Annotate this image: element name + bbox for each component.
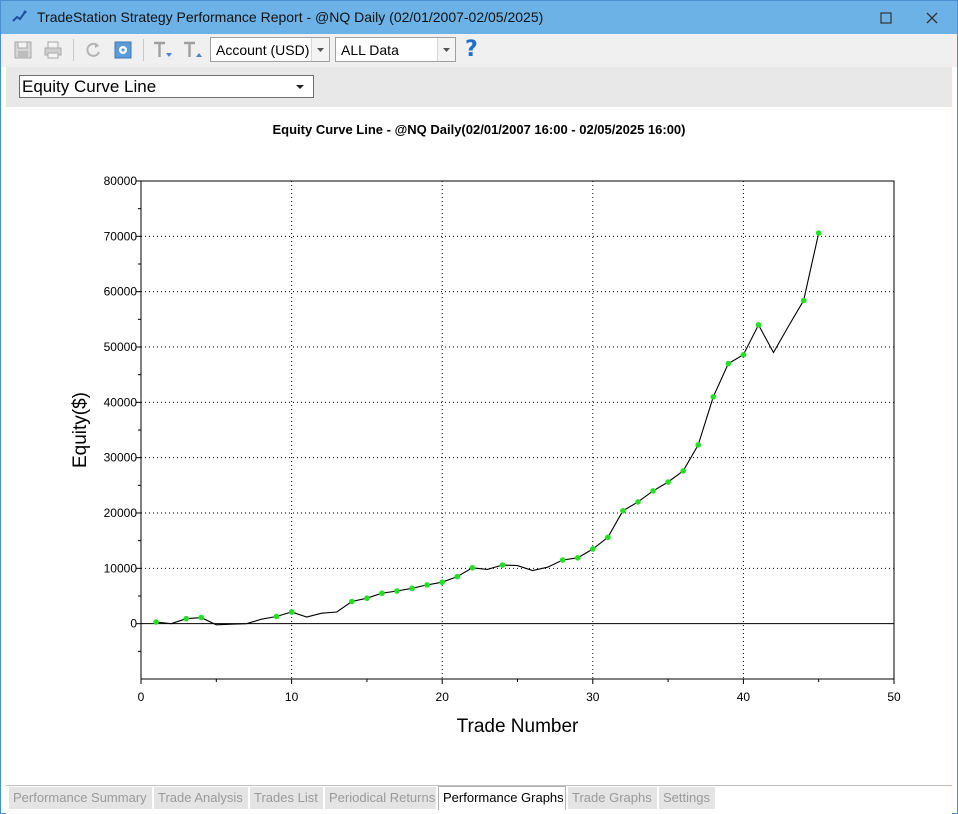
data-point bbox=[725, 360, 732, 367]
data-point bbox=[394, 588, 400, 594]
x-axis-label: Trade Number bbox=[457, 716, 579, 737]
text-increase-icon bbox=[184, 41, 202, 57]
chevron-down-icon bbox=[296, 85, 304, 89]
y-tick-label: 80000 bbox=[104, 174, 138, 188]
maximize-button[interactable] bbox=[863, 1, 909, 34]
text-increase-button[interactable] bbox=[181, 38, 205, 62]
help-icon[interactable]: ? bbox=[465, 37, 478, 62]
tab-periodical-returns[interactable]: Periodical Returns bbox=[325, 787, 436, 809]
data-point bbox=[439, 579, 446, 585]
app-icon bbox=[11, 9, 27, 25]
save-button[interactable] bbox=[11, 38, 35, 62]
tab-performance-summary[interactable]: Performance Summary bbox=[9, 787, 152, 809]
save-icon bbox=[14, 41, 32, 59]
data-point bbox=[469, 564, 476, 571]
data-point bbox=[680, 468, 686, 474]
data-point bbox=[650, 488, 656, 494]
data-point bbox=[740, 351, 747, 358]
graph-type-value: Equity Curve Line bbox=[22, 77, 157, 96]
data-point bbox=[424, 582, 430, 588]
equity-curve-chart: 0 10 20 30 40 50 0 10000 20000 30000 40000 50000 600… bbox=[70, 174, 901, 737]
y-tick-label: 10000 bbox=[104, 561, 138, 575]
toolbar: Account (USD) ALL Data bbox=[1, 34, 957, 67]
settings-icon bbox=[114, 41, 132, 59]
chart-area: Equity Curve Line - @NQ Daily(02/01/2007… bbox=[6, 107, 952, 785]
data-point bbox=[605, 534, 611, 541]
data-point bbox=[379, 590, 385, 597]
tab-trade-graphs[interactable]: Trade Graphs bbox=[568, 787, 657, 809]
tab-trades-list[interactable]: Trades List bbox=[250, 787, 323, 809]
tab-settings[interactable]: Settings bbox=[659, 787, 715, 809]
data-point bbox=[364, 595, 370, 602]
account-combo-value: Account (USD) bbox=[216, 42, 310, 58]
x-tick-label: 10 bbox=[285, 690, 299, 704]
data-point bbox=[349, 598, 355, 605]
y-tick-label: 70000 bbox=[104, 229, 138, 243]
graph-type-select[interactable]: Equity Curve Line bbox=[19, 75, 314, 98]
data-point bbox=[755, 322, 762, 328]
text-decrease-button[interactable] bbox=[151, 38, 175, 62]
report-tabs: Performance Summary Trade Analysis Trades … bbox=[6, 785, 952, 814]
data-range-dropdown-button[interactable] bbox=[437, 38, 455, 61]
report-window: TradeStation Strategy Performance Report… bbox=[0, 0, 958, 814]
data-point bbox=[183, 615, 189, 622]
toolbar-separator bbox=[143, 39, 144, 61]
print-button[interactable] bbox=[41, 38, 65, 62]
refresh-icon bbox=[86, 42, 100, 57]
tab-performance-graphs[interactable]: Performance Graphs bbox=[438, 786, 566, 810]
data-point bbox=[454, 573, 461, 580]
data-range-combo[interactable]: ALL Data bbox=[335, 37, 456, 62]
maximize-icon bbox=[880, 11, 892, 24]
y-tick-label: 50000 bbox=[104, 340, 138, 354]
tab-trade-analysis[interactable]: Trade Analysis bbox=[154, 787, 248, 809]
text-decrease-icon bbox=[154, 41, 172, 57]
account-combo[interactable]: Account (USD) bbox=[210, 37, 330, 62]
data-point bbox=[574, 555, 581, 561]
y-axis-label: Equity($) bbox=[70, 392, 91, 468]
y-tick-label: 60000 bbox=[104, 285, 138, 299]
data-point bbox=[273, 613, 280, 620]
data-point bbox=[499, 562, 506, 568]
window-title: TradeStation Strategy Performance Report… bbox=[37, 9, 544, 25]
y-tick-label: 30000 bbox=[104, 451, 138, 465]
y-tick-label: 20000 bbox=[104, 506, 138, 520]
y-tick-label: 0 bbox=[130, 617, 137, 631]
x-tick-label: 20 bbox=[436, 690, 450, 704]
chevron-down-icon bbox=[443, 47, 450, 52]
x-tick-label: 50 bbox=[887, 690, 901, 704]
graph-selector-bar: Equity Curve Line bbox=[6, 67, 952, 107]
data-point bbox=[620, 507, 626, 514]
account-dropdown-button[interactable] bbox=[311, 38, 329, 61]
data-point bbox=[590, 546, 596, 552]
data-point bbox=[409, 585, 415, 592]
close-icon bbox=[926, 12, 938, 23]
data-point bbox=[695, 442, 702, 448]
chevron-down-icon bbox=[317, 47, 324, 52]
data-point bbox=[710, 394, 717, 400]
x-tick-label: 30 bbox=[586, 690, 600, 704]
data-point bbox=[815, 230, 822, 236]
data-point bbox=[153, 619, 159, 625]
data-point bbox=[665, 479, 671, 485]
close-button[interactable] bbox=[909, 1, 955, 34]
refresh-button[interactable] bbox=[81, 38, 105, 62]
toolbar-separator bbox=[73, 39, 74, 61]
y-tick-label: 40000 bbox=[104, 395, 138, 409]
settings-button[interactable] bbox=[111, 38, 135, 62]
x-tick-label: 40 bbox=[737, 690, 751, 704]
print-icon bbox=[44, 41, 62, 59]
data-point bbox=[198, 614, 205, 621]
x-tick-label: 0 bbox=[138, 690, 145, 704]
data-point bbox=[559, 557, 566, 563]
data-point bbox=[288, 609, 295, 615]
data-point bbox=[800, 297, 807, 304]
title-bar[interactable]: TradeStation Strategy Performance Report… bbox=[1, 1, 957, 34]
data-range-combo-value: ALL Data bbox=[341, 42, 399, 58]
data-point bbox=[635, 499, 641, 505]
plot-frame bbox=[140, 180, 895, 680]
